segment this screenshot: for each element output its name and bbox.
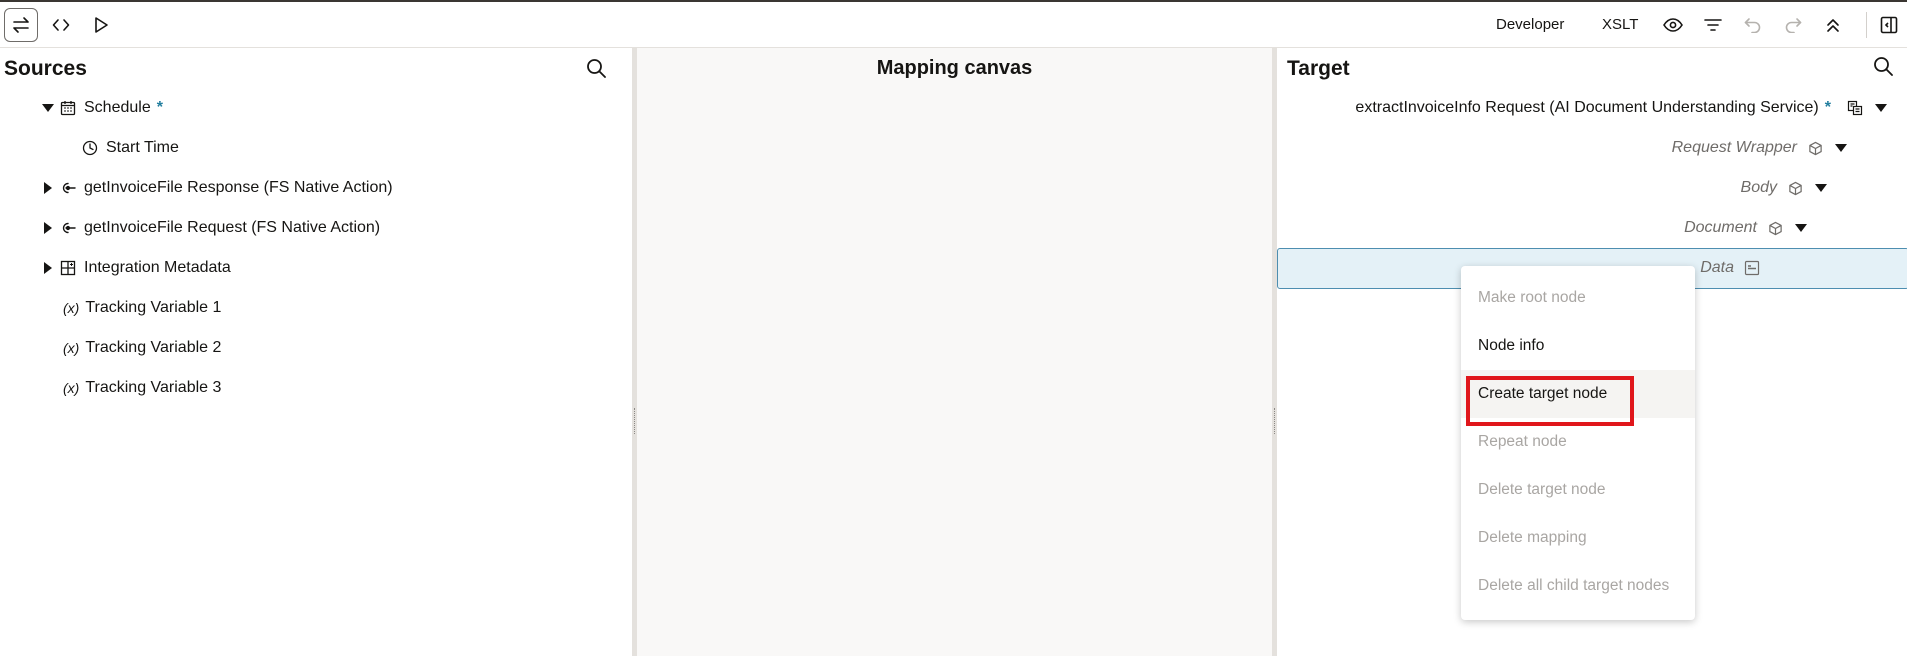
menu-item-node-info[interactable]: Node info bbox=[1461, 322, 1695, 370]
source-item-label: Schedule bbox=[84, 99, 151, 116]
eye-icon bbox=[1663, 18, 1683, 32]
target-root-label: extractInvoiceInfo Request (AI Document … bbox=[1355, 99, 1819, 116]
sources-title: Sources bbox=[4, 57, 87, 80]
target-node-body[interactable]: Body bbox=[1741, 176, 1831, 200]
xslt-view-label[interactable]: XSLT bbox=[1602, 16, 1638, 33]
target-node-document[interactable]: Document bbox=[1684, 216, 1811, 240]
menu-item-delete-target-node[interactable]: Delete target node bbox=[1461, 466, 1695, 514]
source-item-label: Tracking Variable 2 bbox=[85, 339, 222, 356]
source-item-schedule[interactable]: Schedule * bbox=[38, 96, 163, 120]
test-button[interactable] bbox=[84, 8, 118, 42]
redo-button[interactable] bbox=[1778, 10, 1808, 40]
menu-item-create-target-node[interactable]: Create target node bbox=[1461, 370, 1695, 426]
target-search-button[interactable] bbox=[1870, 53, 1896, 79]
swap-icon bbox=[13, 17, 29, 33]
variable-icon: (x) bbox=[63, 300, 80, 316]
developer-mode-label[interactable]: Developer bbox=[1496, 16, 1564, 33]
code-view-button[interactable] bbox=[44, 8, 78, 42]
source-item-getinvoicefile-response[interactable]: getInvoiceFile Response (FS Native Actio… bbox=[38, 176, 393, 200]
caret-down-icon[interactable] bbox=[38, 96, 58, 120]
target-node-label: Document bbox=[1684, 219, 1757, 236]
caret-right-icon[interactable] bbox=[38, 176, 58, 200]
toolbar-divider bbox=[1866, 12, 1867, 38]
source-item-start-time[interactable]: Start Time bbox=[80, 136, 179, 160]
code-icon bbox=[52, 19, 70, 31]
canvas-title: Mapping canvas bbox=[876, 57, 1033, 79]
toggle-panel-button[interactable] bbox=[1874, 10, 1904, 40]
target-node-data[interactable]: Data bbox=[1700, 256, 1762, 280]
source-item-label: getInvoiceFile Request (FS Native Action… bbox=[84, 219, 381, 236]
target-node-label: Body bbox=[1740, 179, 1777, 196]
target-node-request-wrapper[interactable]: Request Wrapper bbox=[1672, 136, 1851, 160]
caret-down-icon[interactable] bbox=[1831, 138, 1851, 158]
source-item-tracking-variable-3[interactable]: (x) Tracking Variable 3 bbox=[63, 376, 221, 400]
source-item-integration-metadata[interactable]: Integration Metadata bbox=[38, 256, 231, 280]
panel-toggle-icon bbox=[1880, 16, 1898, 34]
connection-icon bbox=[58, 218, 78, 238]
caret-down-icon[interactable] bbox=[1871, 98, 1891, 118]
string-type-icon bbox=[1742, 258, 1762, 278]
caret-down-icon[interactable] bbox=[1811, 178, 1831, 198]
caret-down-icon[interactable] bbox=[1791, 218, 1811, 238]
target-node-label: Data bbox=[1700, 259, 1734, 276]
connection-icon bbox=[58, 178, 78, 198]
required-star: * bbox=[156, 99, 163, 116]
variable-icon: (x) bbox=[63, 380, 80, 396]
node-context-menu: Make root node Node info Create target n… bbox=[1461, 266, 1695, 620]
source-item-getinvoicefile-request[interactable]: getInvoiceFile Request (FS Native Action… bbox=[38, 216, 380, 240]
clock-icon bbox=[80, 138, 100, 158]
caret-right-icon[interactable] bbox=[38, 256, 58, 280]
source-item-label: Tracking Variable 1 bbox=[85, 299, 222, 316]
source-item-label: Integration Metadata bbox=[84, 259, 231, 276]
search-icon bbox=[1874, 57, 1893, 76]
swap-button[interactable] bbox=[4, 8, 38, 42]
redo-icon bbox=[1785, 18, 1802, 33]
collapse-up-icon bbox=[1827, 19, 1839, 32]
search-icon bbox=[587, 59, 606, 78]
sources-panel: Sources Schedule * Start Time getInvoice… bbox=[0, 48, 632, 656]
caret-right-icon[interactable] bbox=[38, 216, 58, 240]
required-star: * bbox=[1824, 99, 1831, 116]
grid-metadata-icon bbox=[58, 258, 78, 278]
undo-button[interactable] bbox=[1738, 10, 1768, 40]
cube-icon bbox=[1765, 218, 1785, 238]
sources-search-button[interactable] bbox=[583, 55, 609, 81]
mapping-canvas-panel[interactable]: Mapping canvas bbox=[637, 48, 1272, 656]
filter-button[interactable] bbox=[1698, 10, 1728, 40]
undo-icon bbox=[1744, 18, 1761, 33]
target-node-label: Request Wrapper bbox=[1671, 139, 1797, 156]
view-options-button[interactable] bbox=[1658, 10, 1688, 40]
collapse-all-button[interactable] bbox=[1818, 10, 1848, 40]
source-item-label: Tracking Variable 3 bbox=[85, 379, 222, 396]
mapper-toolbar: Developer XSLT bbox=[0, 2, 1907, 48]
filter-icon bbox=[1704, 19, 1722, 31]
source-item-label: getInvoiceFile Response (FS Native Actio… bbox=[84, 179, 393, 196]
cube-icon bbox=[1785, 178, 1805, 198]
source-item-tracking-variable-1[interactable]: (x) Tracking Variable 1 bbox=[63, 296, 221, 320]
menu-item-repeat-node[interactable]: Repeat node bbox=[1461, 418, 1695, 466]
target-root-node[interactable]: extractInvoiceInfo Request (AI Document … bbox=[1355, 96, 1891, 120]
target-title: Target bbox=[1287, 57, 1350, 80]
variable-icon: (x) bbox=[63, 340, 80, 356]
service-adapter-icon bbox=[1845, 98, 1865, 118]
menu-item-make-root-node[interactable]: Make root node bbox=[1461, 274, 1695, 322]
menu-item-delete-mapping[interactable]: Delete mapping bbox=[1461, 514, 1695, 562]
calendar-icon bbox=[58, 98, 78, 118]
cube-icon bbox=[1805, 138, 1825, 158]
menu-item-delete-all-child-target-nodes[interactable]: Delete all child target nodes bbox=[1461, 562, 1695, 610]
source-item-label: Start Time bbox=[106, 139, 179, 156]
play-icon bbox=[95, 17, 108, 33]
source-item-tracking-variable-2[interactable]: (x) Tracking Variable 2 bbox=[63, 336, 221, 360]
